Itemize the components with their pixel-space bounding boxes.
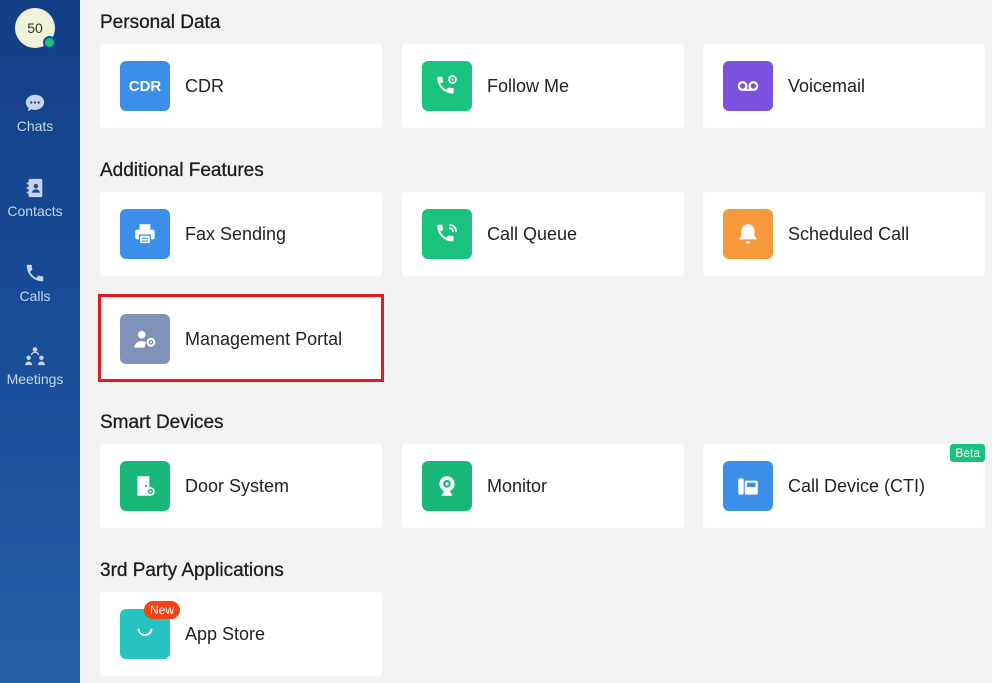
beta-badge: Beta — [950, 444, 985, 462]
card-label: Monitor — [487, 475, 548, 496]
avatar-text: 50 — [27, 20, 43, 36]
nav-label: Meetings — [6, 371, 64, 387]
cdr-icon: CDR — [120, 61, 170, 111]
card-follow-me[interactable]: Follow Me — [402, 44, 684, 128]
card-call-device-cti[interactable]: Call Device (CTI) Beta — [703, 444, 985, 528]
card-label: Voicemail — [788, 75, 866, 96]
printer-icon — [120, 209, 170, 259]
chat-bubble-icon — [25, 94, 45, 112]
new-badge: New — [144, 601, 181, 619]
card-label: Door System — [185, 475, 290, 496]
section-title-personal-data: Personal Data — [100, 12, 221, 33]
avatar[interactable]: 50 — [15, 8, 56, 49]
phone-settings-icon — [422, 61, 472, 111]
card-label: Call Queue — [487, 223, 578, 244]
nav-item-contacts[interactable]: Contacts — [0, 177, 70, 237]
shopping-bag-icon: New — [120, 601, 181, 659]
phone-icon — [26, 264, 44, 282]
card-call-queue[interactable]: Call Queue — [402, 192, 684, 276]
contacts-book-icon — [26, 178, 43, 198]
nav-label: Chats — [16, 118, 54, 134]
camera-icon — [422, 461, 472, 511]
card-door-system[interactable]: Door System — [100, 444, 382, 528]
card-label: CDR — [185, 75, 224, 96]
section-title-additional-features: Additional Features — [100, 160, 264, 181]
card-label: Scheduled Call — [788, 223, 910, 244]
meeting-people-icon — [24, 347, 46, 366]
card-label: App Store — [185, 623, 266, 644]
card-label: Call Device (CTI) — [788, 475, 926, 496]
card-voicemail[interactable]: Voicemail — [703, 44, 985, 128]
desk-phone-icon — [723, 461, 773, 511]
section-title-smart-devices: Smart Devices — [100, 412, 224, 433]
nav-label: Contacts — [7, 203, 63, 219]
card-fax-sending[interactable]: Fax Sending — [100, 192, 382, 276]
cdr-icon-text: CDR — [128, 77, 162, 95]
nav-item-chats[interactable]: Chats — [0, 92, 70, 152]
card-label: Fax Sending — [185, 223, 287, 244]
bell-icon — [723, 209, 773, 259]
phone-queue-icon — [422, 209, 472, 259]
nav-item-calls[interactable]: Calls — [0, 262, 70, 322]
card-label: Follow Me — [487, 75, 570, 96]
card-cdr[interactable]: CDR CDR — [100, 44, 382, 128]
card-monitor[interactable]: Monitor — [402, 444, 684, 528]
voicemail-icon — [723, 61, 773, 111]
nav-label: Calls — [19, 288, 51, 304]
door-gear-icon — [120, 461, 170, 511]
card-label: Management Portal — [185, 328, 343, 349]
online-status-dot — [43, 36, 56, 49]
section-title-3rd-party-applications: 3rd Party Applications — [100, 560, 284, 581]
card-management-portal[interactable]: Management Portal — [100, 297, 382, 381]
sidebar: 50 Chats Contacts Calls Meetings — [0, 0, 80, 683]
card-scheduled-call[interactable]: Scheduled Call — [703, 192, 985, 276]
nav-item-meetings[interactable]: Meetings — [0, 345, 70, 405]
card-app-store[interactable]: New App Store — [100, 592, 382, 676]
admin-user-gear-icon — [120, 314, 170, 364]
main-content: Personal Data CDR CDR Follow Me Voicemai… — [80, 0, 992, 683]
